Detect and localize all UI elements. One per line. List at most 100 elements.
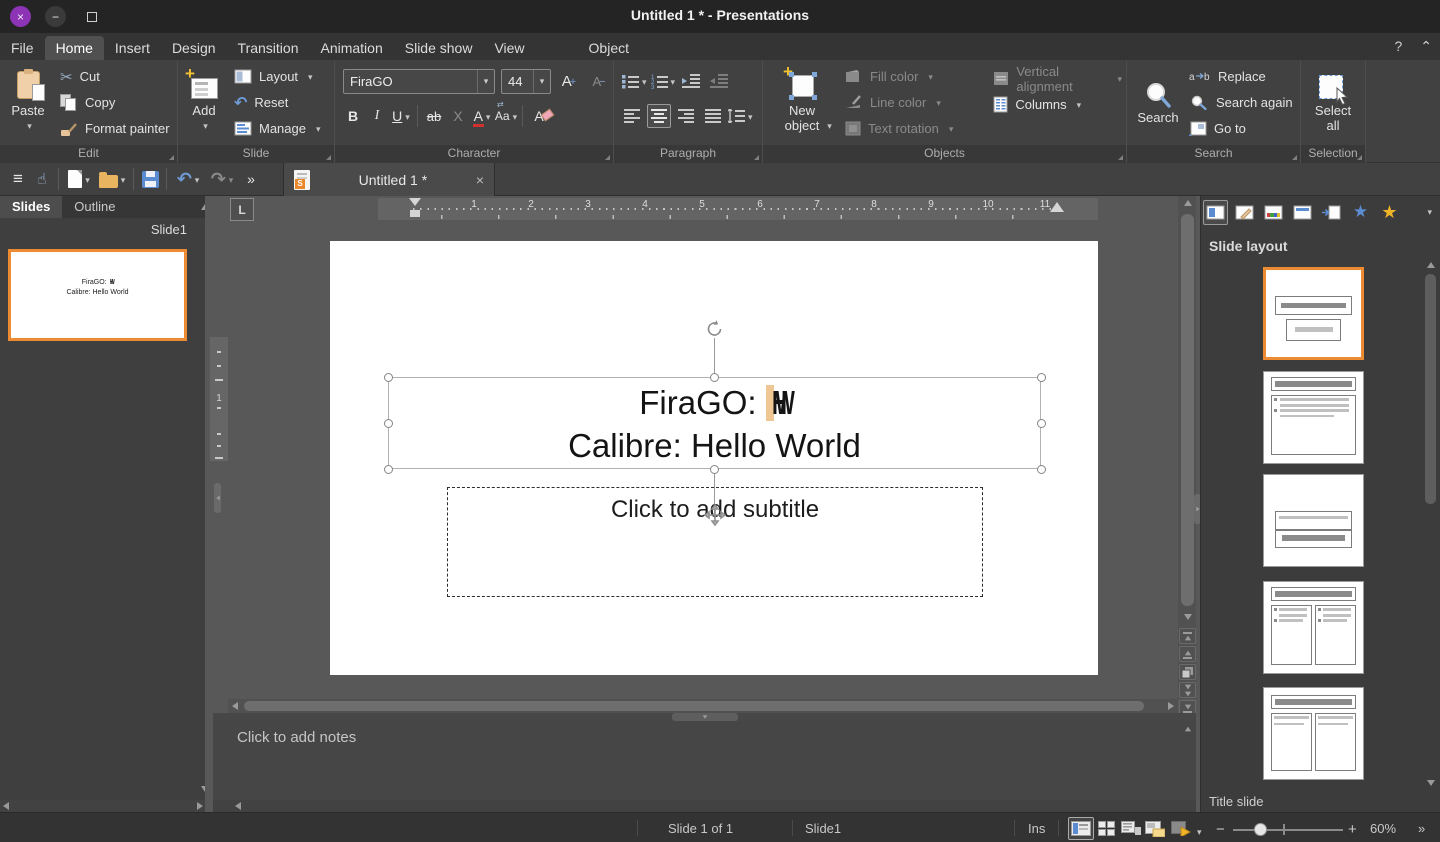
layout-button[interactable]: Layout <box>230 64 325 89</box>
right-indent-marker[interactable] <box>1050 202 1064 212</box>
menu-home[interactable]: Home <box>45 36 104 60</box>
chevron-down-icon[interactable] <box>82 171 90 187</box>
search-again-button[interactable]: Search again <box>1185 90 1297 115</box>
select-all-button[interactable]: Select all <box>1306 71 1360 135</box>
menu-design[interactable]: Design <box>161 36 227 60</box>
text-rotation-button[interactable]: Text rotation <box>841 116 979 141</box>
chevron-down-icon[interactable] <box>192 171 200 187</box>
underline-button[interactable]: U <box>389 104 413 128</box>
new-object-button[interactable]: + New object <box>773 69 831 136</box>
menu-file[interactable]: File <box>0 36 45 60</box>
increase-indent-button[interactable] <box>679 69 703 93</box>
replace-button[interactable]: ab Replace <box>1185 64 1297 89</box>
add-slide-button[interactable]: + Add <box>178 70 230 136</box>
selection-handle-s[interactable] <box>710 465 719 474</box>
columns-button[interactable]: Columns <box>989 92 1126 117</box>
menu-transition[interactable]: Transition <box>227 36 310 60</box>
chevron-down-icon[interactable] <box>402 108 410 124</box>
chevron-down-icon[interactable] <box>510 108 518 124</box>
scroll-left-icon[interactable] <box>235 802 241 810</box>
sidebar-tab-master-slides[interactable] <box>1290 200 1315 225</box>
main-horizontal-scrollbar[interactable] <box>228 699 1178 713</box>
sidebar-tab-shapes[interactable] <box>1319 200 1344 225</box>
sidebar-tab-properties[interactable] <box>1203 200 1228 225</box>
scroll-up-icon[interactable] <box>1427 262 1435 268</box>
layout-title-slide[interactable] <box>1263 267 1364 360</box>
tab-outline[interactable]: Outline <box>62 196 127 218</box>
pan-tool-button[interactable]: ☝ <box>30 167 54 191</box>
outline-view-button[interactable] <box>1118 817 1144 840</box>
left-indent-marker[interactable] <box>409 198 421 217</box>
selection-handle-ne[interactable] <box>1037 373 1046 382</box>
chevron-down-icon[interactable] <box>226 171 234 187</box>
vertical-alignment-button[interactable]: Vertical alignment <box>989 66 1126 91</box>
scroll-down-icon[interactable] <box>1184 614 1192 620</box>
line-spacing-button[interactable] <box>728 104 753 128</box>
layout-title-content[interactable] <box>1263 371 1364 464</box>
chevron-down-icon[interactable] <box>483 108 491 124</box>
chevron-down-icon[interactable] <box>668 73 676 89</box>
start-slideshow-button[interactable] <box>1168 817 1194 840</box>
menu-hamburger-button[interactable]: ≡ <box>6 167 30 191</box>
scroll-left-icon[interactable] <box>3 802 9 810</box>
layout-centered-text[interactable] <box>1263 474 1364 567</box>
notes-hscrollbar[interactable] <box>213 800 1197 812</box>
font-name-combobox[interactable]: FiraGO ▾ <box>343 69 495 94</box>
justify-button[interactable] <box>701 104 725 128</box>
scroll-right-icon[interactable] <box>197 802 203 810</box>
scroll-up-icon[interactable] <box>1185 727 1191 732</box>
sidebar-menu-chevron-icon[interactable] <box>1424 204 1432 219</box>
line-color-button[interactable]: Line color <box>841 90 979 115</box>
clear-formatting-button[interactable]: A <box>527 104 551 128</box>
change-case-button[interactable]: Aa <box>494 104 518 128</box>
tab-slides[interactable]: Slides <box>0 196 62 218</box>
splitter-grip[interactable] <box>672 713 738 721</box>
menu-insert[interactable]: Insert <box>104 36 161 60</box>
scroll-down-icon[interactable] <box>1427 780 1435 786</box>
layout-two-content[interactable] <box>1263 581 1364 674</box>
undo-button[interactable]: ↶ <box>171 167 205 191</box>
close-tab-icon[interactable]: × <box>476 172 484 188</box>
sidebar-scroll-thumb[interactable] <box>1425 274 1436 504</box>
chevron-down-icon[interactable] <box>745 108 753 124</box>
collapse-slides-panel-handle[interactable] <box>214 483 221 513</box>
notes-area[interactable]: Click to add notes <box>213 721 1197 800</box>
slide-thumbnail[interactable]: FiraGO: HW Calibre: Hello World <box>8 249 187 341</box>
slideshow-chevron-icon[interactable] <box>1194 824 1202 839</box>
align-left-button[interactable] <box>620 104 644 128</box>
manage-button[interactable]: Manage <box>230 116 325 141</box>
bold-button[interactable]: B <box>341 104 365 128</box>
insert-mode-indicator[interactable]: Ins <box>1028 821 1045 836</box>
format-painter-button[interactable]: Format painter <box>56 116 174 141</box>
next-slide-button[interactable] <box>1179 682 1196 698</box>
decrease-font-size-button[interactable]: A− <box>587 70 611 94</box>
save-button[interactable] <box>138 167 162 191</box>
font-color-button[interactable]: A <box>470 104 494 128</box>
first-slide-button[interactable] <box>1179 628 1196 644</box>
sidebar-scrollbar[interactable] <box>1424 260 1437 800</box>
selection-handle-w[interactable] <box>384 419 393 428</box>
fill-color-button[interactable]: Fill color <box>841 64 979 89</box>
font-size-combobox[interactable]: 44 ▾ <box>501 69 551 94</box>
rotation-handle[interactable] <box>705 319 725 342</box>
scroll-up-icon[interactable] <box>1184 200 1192 206</box>
increase-font-size-button[interactable]: A+ <box>557 70 581 94</box>
previous-slide-button[interactable] <box>1179 646 1196 662</box>
zoom-in-button[interactable]: + <box>1348 821 1357 838</box>
new-document-button[interactable] <box>63 167 95 191</box>
copy-button[interactable]: Copy <box>56 90 174 115</box>
align-right-button[interactable] <box>674 104 698 128</box>
menu-object[interactable]: Object <box>578 36 640 60</box>
slide-sorter-view-button[interactable] <box>1094 817 1120 840</box>
zoom-out-button[interactable]: − <box>1216 821 1225 838</box>
align-center-button[interactable] <box>647 104 671 128</box>
scroll-right-icon[interactable] <box>1168 702 1174 710</box>
paste-button[interactable]: Paste <box>0 69 56 136</box>
subscript-button[interactable]: X <box>446 104 470 128</box>
document-tab[interactable]: Untitled 1 * × <box>283 163 495 196</box>
zoom-slider-track[interactable] <box>1233 829 1343 831</box>
toolbar-overflow-button[interactable]: » <box>239 167 263 191</box>
selection-handle-sw[interactable] <box>384 465 393 474</box>
statusbar-overflow-icon[interactable]: » <box>1418 821 1425 836</box>
chevron-down-icon[interactable] <box>118 171 126 187</box>
